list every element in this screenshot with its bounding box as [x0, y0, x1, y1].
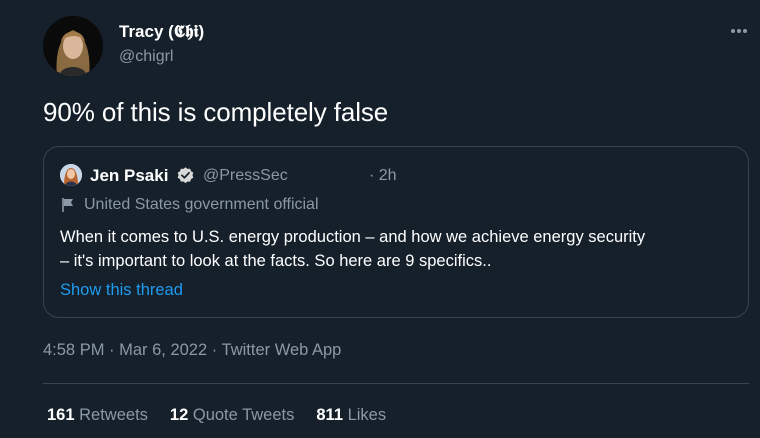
quote-tweets-count: 12	[169, 406, 189, 424]
government-official-label: United States government official	[84, 196, 319, 213]
quoted-author-name[interactable]: Jen Psaki	[90, 166, 168, 186]
retweets-count: 161	[47, 406, 75, 424]
engagement-stats: 161 Retweets 12 Quote Tweets 811 Likes	[47, 406, 386, 425]
tweet-text: 90% of this is completely false	[43, 97, 389, 127]
quoted-timestamp[interactable]: · 2h	[369, 167, 397, 185]
tweet-timestamp[interactable]: 4:58 PM · Mar 6, 2022 · Twitter Web App	[43, 341, 341, 360]
quoted-tweet-card[interactable]: Jen Psaki @PressSec · 2h United States g…	[43, 146, 749, 318]
quote-tweets-label: Quote Tweets	[192, 406, 295, 424]
likes-stat[interactable]: 811 Likes	[316, 406, 386, 424]
quoted-text-line: – it's important to look at the facts. S…	[60, 252, 492, 270]
quoted-tweet-text: When it comes to U.S. energy production …	[60, 225, 740, 273]
verified-badge-icon	[176, 166, 195, 185]
author-handle[interactable]: @chigrl	[119, 48, 173, 66]
more-icon[interactable]	[728, 20, 750, 42]
likes-label: Likes	[347, 406, 387, 424]
quote-tweets-stat[interactable]: 12 Quote Tweets	[170, 406, 294, 424]
quoted-author-handle[interactable]: @PressSec	[203, 167, 288, 185]
author-name[interactable]: Tracy (𝕮𝖍𝖎)	[119, 22, 204, 42]
quoted-text-line: When it comes to U.S. energy production …	[60, 228, 646, 246]
retweets-stat[interactable]: 161 Retweets	[47, 406, 148, 424]
flag-icon	[60, 197, 76, 213]
divider	[43, 383, 749, 384]
author-avatar[interactable]	[43, 16, 103, 76]
retweets-label: Retweets	[79, 406, 148, 424]
likes-count: 811	[316, 406, 343, 424]
show-thread-link[interactable]: Show this thread	[60, 281, 183, 300]
quoted-author-avatar[interactable]	[60, 164, 82, 186]
